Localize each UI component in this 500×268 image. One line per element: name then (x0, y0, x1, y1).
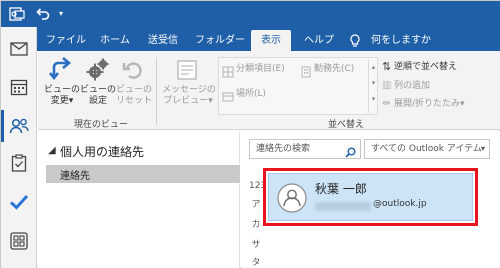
title-bar: ▾ (1, 1, 500, 27)
reset-view-icon[interactable] (122, 59, 144, 85)
contacts-list-pane: 連絡先の検索 すべての Outlook アイテム ▾ 123 ア カ サ タ 秋… (241, 131, 500, 268)
todo-check-icon[interactable] (7, 190, 31, 214)
alpha-index-sa[interactable]: サ (249, 237, 263, 250)
outlook-app-icon[interactable] (9, 6, 25, 22)
calendar-icon[interactable] (7, 75, 31, 99)
location-icon[interactable] (222, 88, 234, 107)
contacts-folder-selected[interactable]: 連絡先 (46, 165, 240, 183)
tab-file[interactable]: ファイル (45, 30, 87, 51)
alpha-index-a[interactable]: ア (249, 197, 263, 210)
change-view-button[interactable]: ビューの 変更▾ (44, 85, 80, 107)
highlight-box (263, 168, 478, 226)
reset-view-label-1: ビューの (116, 85, 153, 95)
message-preview-button[interactable]: メッセージの プレビュー▾ (162, 85, 216, 107)
add-columns-icon[interactable]: ▥ (382, 80, 391, 91)
apps-grid-icon[interactable] (7, 229, 31, 253)
tasks-clipboard-icon[interactable] (7, 151, 31, 175)
my-contacts-header[interactable]: 個人用の連絡先 (60, 143, 144, 160)
mail-icon[interactable] (7, 37, 31, 61)
view-settings-gear-icon[interactable] (84, 57, 110, 87)
search-icon[interactable] (345, 143, 356, 162)
change-view-icon[interactable] (48, 57, 74, 87)
change-view-label-2: 変更 (50, 96, 69, 106)
expand-collapse-label: 展開/折りたたみ (394, 99, 461, 109)
arrange-location-option[interactable]: 場所(L) (236, 89, 266, 100)
reverse-sort-icon[interactable]: ⇅ (382, 60, 391, 73)
message-preview-label-1: メッセージの (162, 85, 216, 95)
alpha-index-ta[interactable]: タ (249, 255, 263, 268)
expand-collapse-button[interactable]: 展開/折りたたみ▾ (394, 99, 465, 110)
arrange-company-option[interactable]: 勤務先(C) (314, 64, 354, 75)
search-scope-dropdown[interactable]: すべての Outlook アイテム ▾ (364, 139, 490, 159)
tab-help[interactable]: ヘルプ (299, 30, 339, 51)
view-settings-label-1: ビューの (80, 85, 117, 95)
folder-pane: ◢ 個人用の連絡先 連絡先 (38, 131, 240, 268)
outlook-window: ▾ ファイル ホーム 送受信 フォルダー 表示 ヘルプ 何をしますか ビューの … (0, 0, 500, 268)
arrange-category-option[interactable]: 分類項目(E) (236, 64, 285, 75)
tab-folder[interactable]: フォルダー (195, 30, 245, 51)
category-icon[interactable] (222, 63, 234, 82)
alpha-index-123[interactable]: 123 (249, 181, 266, 191)
quick-access-dropdown-icon[interactable]: ▾ (53, 6, 69, 22)
ribbon-tab-bar: ファイル ホーム 送受信 フォルダー 表示 ヘルプ 何をしますか (1, 27, 500, 51)
tab-send-receive[interactable]: 送受信 (141, 30, 185, 51)
reset-view-label-2: リセット (116, 96, 153, 106)
chevron-down-icon: ▾ (480, 144, 485, 153)
group-label-arrangement: 並べ替え (328, 120, 365, 130)
collapse-triangle-icon[interactable]: ◢ (48, 145, 56, 156)
message-preview-icon[interactable] (176, 59, 198, 85)
view-settings-button[interactable]: ビューの 設定 (80, 85, 116, 107)
reverse-sort-button[interactable]: 逆順で並べ替え (394, 62, 457, 73)
company-icon[interactable] (300, 63, 312, 82)
contacts-folder-label: 連絡先 (60, 171, 90, 182)
tell-me-search[interactable]: 何をしますか (371, 30, 431, 51)
expand-collapse-icon[interactable]: ⇹ (382, 98, 390, 109)
change-view-label-1: ビューの (44, 85, 81, 95)
message-preview-label-2: プレビュー (163, 96, 209, 106)
navigation-rail (1, 27, 37, 268)
people-icon[interactable] (1, 110, 31, 142)
lightbulb-icon[interactable] (347, 30, 363, 51)
undo-icon[interactable] (35, 6, 51, 22)
tab-view[interactable]: 表示 (251, 30, 291, 51)
alpha-index-ka[interactable]: カ (249, 217, 263, 230)
group-label-current-view: 現在のビュー (74, 120, 129, 130)
gallery-scroll[interactable]: ▴ ▾ ▾ (368, 59, 378, 113)
view-settings-label-2: 設定 (88, 96, 107, 106)
search-scope-label: すべての Outlook アイテム (371, 144, 482, 154)
reset-view-button[interactable]: ビューの リセット (116, 85, 152, 107)
add-columns-button[interactable]: 列の追加 (394, 81, 430, 92)
ribbon-separator (156, 57, 157, 125)
ribbon-view: ビューの 変更▾ ビューの 設定 ビューの リセット 現在のビュー メッセージの… (38, 51, 500, 130)
tab-home[interactable]: ホーム (95, 30, 135, 51)
